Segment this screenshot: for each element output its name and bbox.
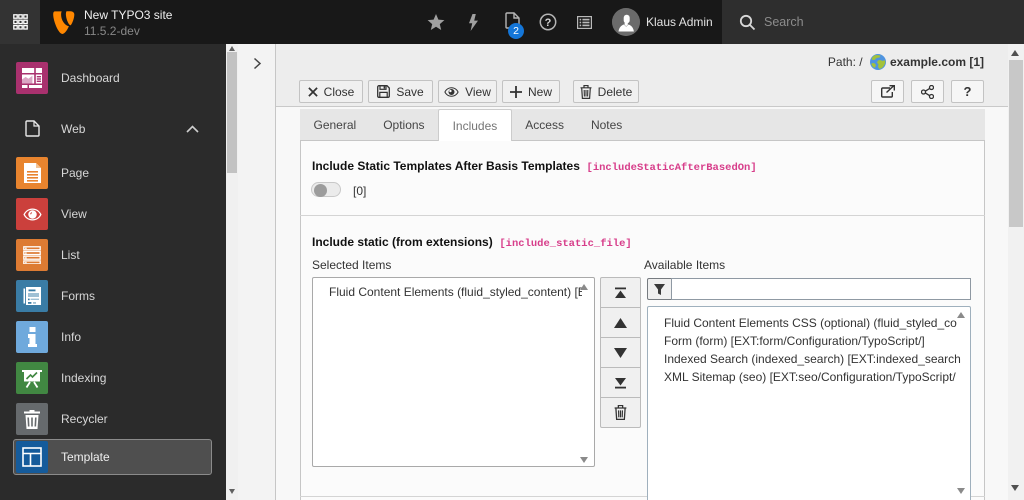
- svg-text:?: ?: [545, 17, 552, 29]
